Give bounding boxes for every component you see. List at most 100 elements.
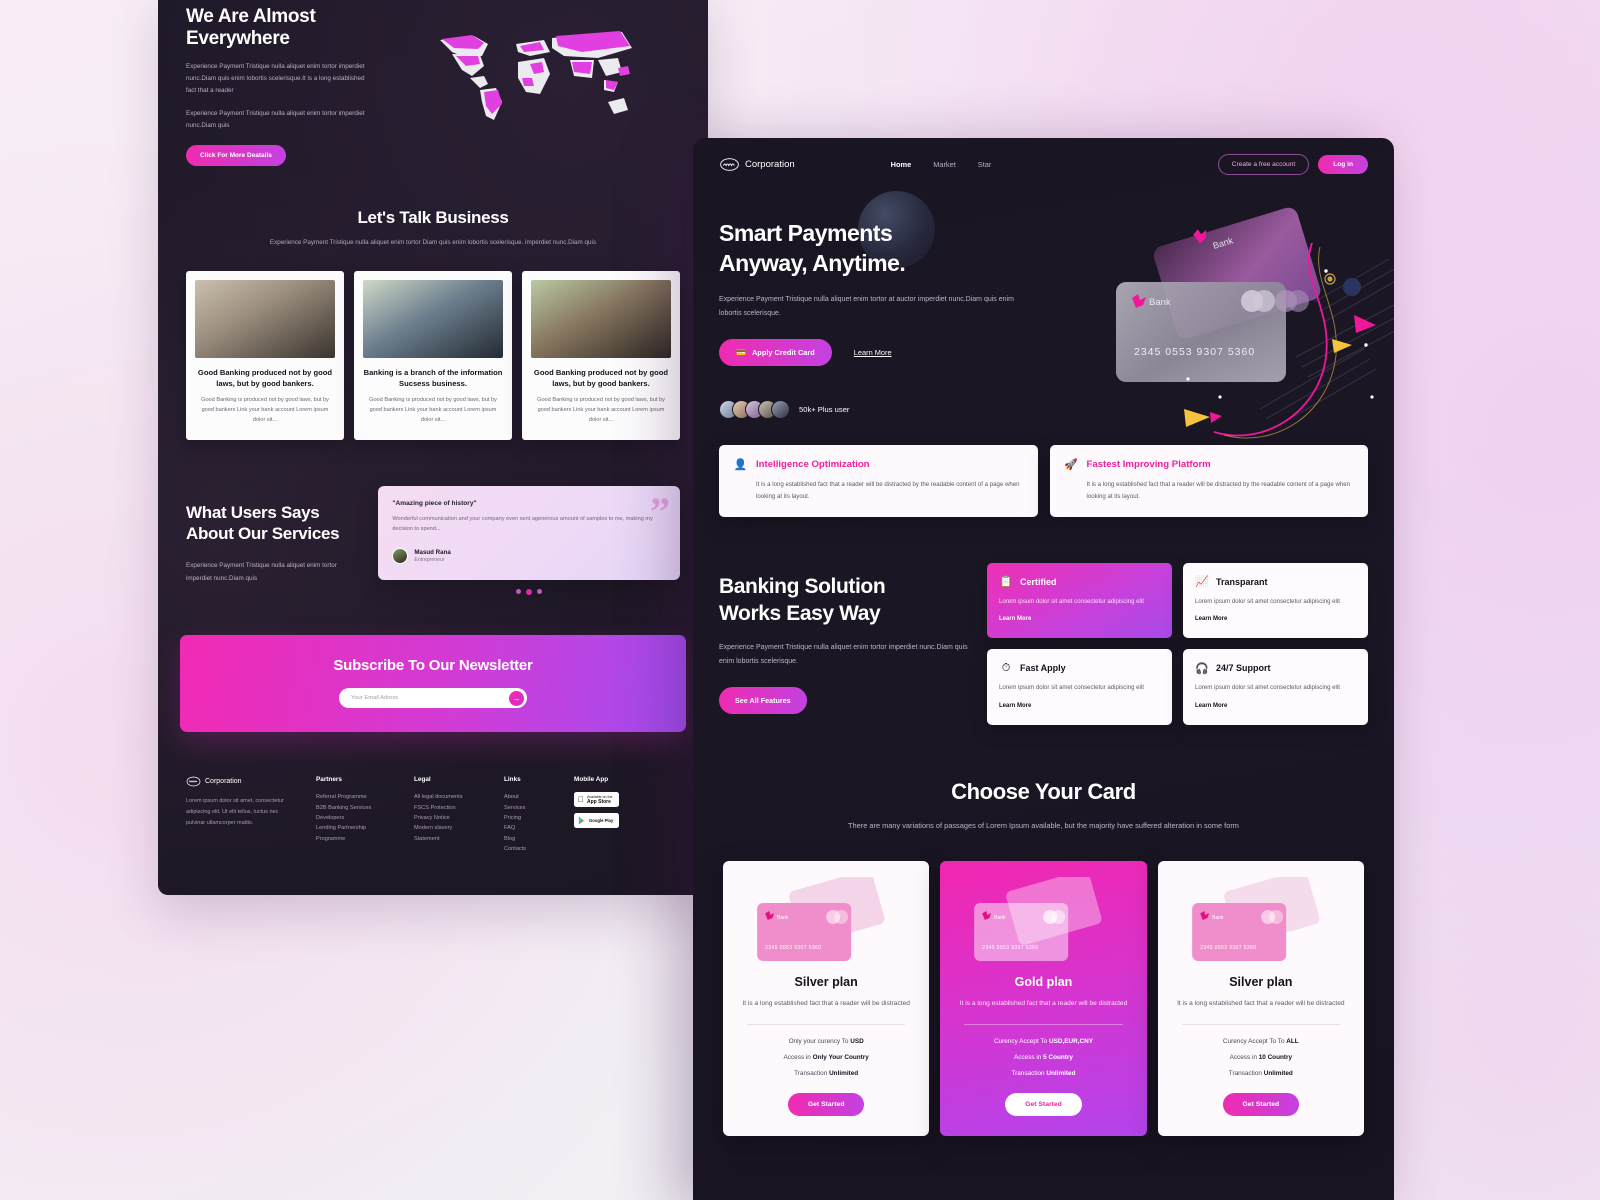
apply-credit-card-button[interactable]: 💳 Apply Credit Card bbox=[719, 338, 832, 366]
google-play-label: Google Play bbox=[589, 818, 613, 823]
business-card-body: Good Banking is produced not by good law… bbox=[369, 397, 497, 423]
login-button[interactable]: Log in bbox=[1318, 155, 1368, 174]
feature-card-title: Intelligence Optimization bbox=[756, 458, 870, 470]
banking-card-fast-apply[interactable]: ⏱ Fast Apply Lorem ipsum dolor sit amet … bbox=[987, 649, 1172, 725]
hero-learn-more-link[interactable]: Learn More bbox=[854, 348, 892, 357]
feature-card-intelligence[interactable]: 👤 Intelligence Optimization It is a long… bbox=[719, 444, 1038, 517]
banking-card-body: Lorem ipsum dolor sit amet consectetur a… bbox=[999, 597, 1144, 605]
plan-description: It is a long established fact that a rea… bbox=[1177, 1000, 1345, 1008]
footer-link[interactable]: Privacy Notice bbox=[414, 813, 484, 823]
plan-card-silver-2[interactable]: Bank 2345 0553 9307 5360 Silver plan It … bbox=[1157, 861, 1364, 1136]
plan-row-value: Only Your Country bbox=[812, 1053, 869, 1061]
banking-feature-grid: 📋 Certified Lorem ipsum dolor sit amet c… bbox=[987, 562, 1368, 725]
nav-link-home[interactable]: Home bbox=[891, 160, 912, 169]
pricing-plans: Bank 2345 0553 9307 5360 Silver plan It … bbox=[719, 861, 1368, 1136]
footer-link[interactable]: FSCS Protection bbox=[414, 803, 484, 813]
see-all-features-button[interactable]: See All Features bbox=[719, 687, 807, 715]
banking-title-line-1: Banking Solution bbox=[719, 574, 886, 598]
carousel-dot[interactable] bbox=[516, 589, 522, 595]
banking-card-support[interactable]: 🎧 24/7 Support Lorem ipsum dolor sit ame… bbox=[1183, 649, 1368, 725]
everywhere-paragraph-1: Experience Payment Tristique nulla aliqu… bbox=[186, 62, 365, 95]
get-started-button[interactable]: Get Started bbox=[787, 1092, 865, 1116]
avatar-stack bbox=[719, 399, 790, 419]
business-card[interactable]: Banking is a branch of the information S… bbox=[354, 271, 512, 440]
everywhere-section: We Are Almost Everywhere Experience Paym… bbox=[186, 0, 680, 167]
footer-link[interactable]: Referral Programme bbox=[316, 792, 394, 802]
banking-card-learn-more[interactable]: Learn More bbox=[1195, 703, 1227, 709]
banking-card-certified[interactable]: 📋 Certified Lorem ipsum dolor sit amet c… bbox=[987, 562, 1172, 639]
footer-link[interactable]: FAQ bbox=[504, 823, 554, 833]
banking-card-learn-more[interactable]: Learn More bbox=[1195, 616, 1227, 622]
carousel-dot-active[interactable] bbox=[526, 589, 533, 596]
nav-logo[interactable]: Corporation bbox=[719, 157, 795, 172]
business-card-image bbox=[531, 280, 671, 359]
business-section: Let's Talk Business Experience Payment T… bbox=[186, 208, 680, 440]
footer-link[interactable]: Developers bbox=[316, 813, 394, 823]
front-page-panel: Corporation Home Market Star Create a fr… bbox=[693, 138, 1394, 1200]
banking-card-learn-more[interactable]: Learn More bbox=[999, 703, 1031, 709]
plan-row: Transaction Unlimited bbox=[737, 1070, 915, 1077]
click-for-details-button[interactable]: Click For More Deatails bbox=[186, 145, 286, 167]
testimonial-author-name: Masud Rana bbox=[414, 549, 451, 557]
footer-column-heading: Partners bbox=[316, 776, 342, 784]
plan-card-gold[interactable]: Bank 2345 0553 9307 5360 Gold plan It is… bbox=[940, 861, 1147, 1136]
choose-card-subtitle: There are many variations of passages of… bbox=[848, 820, 1239, 830]
banking-card-learn-more[interactable]: Learn More bbox=[999, 616, 1031, 622]
google-play-badge[interactable]: Google Play bbox=[574, 813, 619, 829]
app-store-badge[interactable]:  Available on the App Store bbox=[574, 792, 619, 808]
footer: Corporation Lorem ipsum dolor sit amet, … bbox=[186, 776, 680, 884]
plan-row: Curency Accept To USD,EUR,CNY bbox=[954, 1038, 1132, 1045]
nav-link-market[interactable]: Market bbox=[933, 160, 956, 169]
footer-brand-name: Corporation bbox=[205, 778, 242, 786]
plan-row-value: Unlimited bbox=[1263, 1069, 1293, 1077]
footer-link[interactable]: Services bbox=[504, 803, 554, 813]
quote-icon: ” bbox=[650, 488, 670, 534]
business-card-image bbox=[195, 280, 335, 359]
newsletter-email-input[interactable] bbox=[351, 695, 509, 702]
brand-mark-icon bbox=[720, 158, 739, 171]
business-card[interactable]: Good Banking produced not by good laws, … bbox=[186, 271, 344, 440]
footer-link[interactable]: About bbox=[504, 792, 554, 802]
footer-link[interactable]: Modern slavery bbox=[414, 823, 484, 833]
get-started-button[interactable]: Get Started bbox=[1005, 1092, 1082, 1116]
footer-link[interactable]: Statement bbox=[414, 834, 484, 844]
plan-row: Only your curency To USD bbox=[737, 1038, 915, 1045]
plan-row: Access in Only Your Country bbox=[737, 1054, 915, 1061]
footer-link[interactable]: B2B Banking Services bbox=[316, 803, 394, 813]
plan-card-silver-1[interactable]: Bank 2345 0553 9307 5360 Silver plan It … bbox=[723, 861, 930, 1136]
plan-card-art: Bank 2345 0553 9307 5360 bbox=[737, 870, 915, 967]
rocket-icon: 🚀 bbox=[1064, 458, 1078, 471]
footer-column-legal: Legal All legal documents FSCS Protectio… bbox=[414, 776, 484, 854]
plan-name: Gold plan bbox=[1014, 975, 1073, 990]
plan-row-label: Access in bbox=[783, 1053, 813, 1061]
nav-links: Home Market Star bbox=[891, 160, 992, 169]
footer-column-links: Links About Services Pricing FAQ Blog Co… bbox=[504, 776, 554, 854]
plan-row: Access in 5 Country bbox=[954, 1054, 1132, 1061]
hero-title-line-1: Smart Payments bbox=[719, 220, 893, 246]
footer-link[interactable]: Blog bbox=[504, 834, 554, 844]
arrow-right-icon[interactable]: → bbox=[509, 690, 524, 706]
banking-card-transparant[interactable]: 📈 Transparant Lorem ipsum dolor sit amet… bbox=[1183, 562, 1368, 639]
plan-row-label: Transaction bbox=[1011, 1069, 1047, 1077]
nav-link-star[interactable]: Star bbox=[978, 160, 992, 169]
footer-link[interactable]: Lending Partnership bbox=[316, 823, 394, 833]
plan-row-label: Access in bbox=[1229, 1053, 1259, 1061]
footer-link[interactable]: Contacts bbox=[504, 844, 554, 854]
carousel-dots[interactable] bbox=[378, 589, 680, 596]
feature-card-platform[interactable]: 🚀 Fastest Improving Platform It is a lon… bbox=[1049, 444, 1368, 517]
business-card[interactable]: Good Banking produced not by good laws, … bbox=[522, 271, 680, 440]
business-title: Let's Talk Business bbox=[357, 208, 509, 228]
carousel-dot[interactable] bbox=[537, 589, 543, 595]
get-started-button[interactable]: Get Started bbox=[1222, 1092, 1300, 1116]
svg-text:2345 0553 9307 5360: 2345 0553 9307 5360 bbox=[982, 945, 1038, 951]
footer-link[interactable]: Pricing bbox=[504, 813, 554, 823]
top-navigation: Corporation Home Market Star Create a fr… bbox=[693, 138, 1394, 175]
svg-text:Bank: Bank bbox=[1149, 297, 1171, 308]
everywhere-paragraph-2: Experience Payment Tristique nulla aliqu… bbox=[186, 109, 365, 129]
newsletter-form[interactable]: → bbox=[339, 688, 527, 709]
banking-title: Banking Solution Works Easy Way bbox=[719, 573, 969, 628]
footer-link[interactable]: Programme bbox=[316, 834, 394, 844]
stopwatch-icon: ⏱ bbox=[1001, 661, 1011, 674]
footer-link[interactable]: All legal documents bbox=[414, 792, 484, 802]
create-account-button[interactable]: Create a free account bbox=[1217, 154, 1310, 175]
